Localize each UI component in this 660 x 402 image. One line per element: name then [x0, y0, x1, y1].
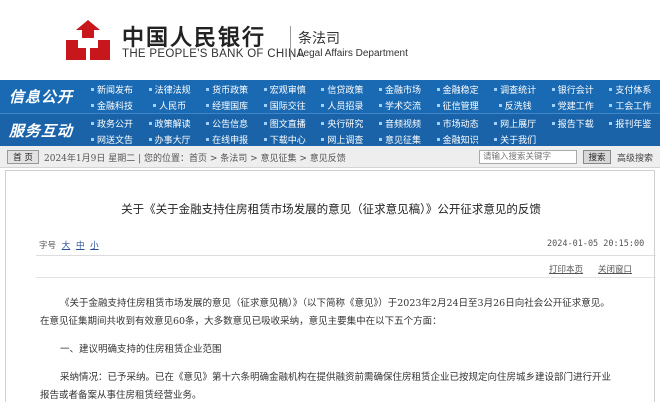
- nav-row1-item[interactable]: 金融市场: [372, 81, 428, 97]
- nav-row2-item[interactable]: 关于我们: [487, 131, 543, 147]
- nav-row1-item[interactable]: 反洗钱: [487, 97, 543, 113]
- nav-row2-item[interactable]: 音频视频: [372, 115, 428, 131]
- pboc-logo-icon: [66, 20, 110, 60]
- nav-row2-item[interactable]: 报告下载: [545, 115, 601, 131]
- nav-row2-item[interactable]: 公告信息: [199, 115, 255, 131]
- publish-date: 2024-01-05 20:15:00: [547, 239, 645, 249]
- article-paragraph: 报告或者备案从事住房租赁经营业务。: [40, 390, 202, 401]
- search-button[interactable]: 搜索: [583, 150, 611, 164]
- nav-row2-item[interactable]: 金融知识: [430, 131, 486, 147]
- print-page-link[interactable]: 打印本页: [549, 263, 583, 275]
- font-size-label: 字号: [39, 241, 57, 251]
- home-button[interactable]: 首 页: [7, 150, 39, 164]
- divider: [36, 277, 656, 278]
- nav-row2-item[interactable]: 报刊年鉴: [602, 115, 658, 131]
- divider: [36, 255, 656, 256]
- article-paragraph: 在意见征集期间共收到有效意见60条，大多数意见已吸收采纳，意见主要集中在以下五个…: [40, 316, 442, 327]
- nav-row2-item[interactable]: 市场动态: [430, 115, 486, 131]
- nav-row-service-interaction: 服务互动 政务公开 政策解读 公告信息 图文直播 央行研究 音频视频 市场动态 网上展厅 报告下…: [0, 113, 660, 146]
- main-navigation: 信息公开 新闻发布 法律法规 货币政策 宏观审慎 信贷政策 金融市场 金融稳定 调查统计 银行会…: [0, 80, 660, 146]
- nav-row2-item[interactable]: 意见征集: [372, 131, 428, 147]
- breadcrumb: 首 页 2024年1月9日 星期二 | 您的位置：首页 > 条法司 > 意见征集…: [0, 146, 660, 168]
- department-name-en: Legal Affairs Department: [298, 48, 408, 59]
- font-size-small[interactable]: 小: [90, 241, 99, 251]
- nav-row1-item[interactable]: 支付体系: [602, 81, 658, 97]
- nav-row1-item[interactable]: 货币政策: [199, 81, 255, 97]
- nav-section-label: 信息公开: [8, 88, 73, 106]
- nav-row1-item[interactable]: 新闻发布: [84, 81, 140, 97]
- nav-row2-item[interactable]: 网上调查: [314, 131, 370, 147]
- nav-row1-item[interactable]: 金融稳定: [430, 81, 486, 97]
- nav-row2-item[interactable]: 在线申报: [199, 131, 255, 147]
- search-input[interactable]: [479, 150, 577, 164]
- breadcrumb-text: 2024年1月9日 星期二 | 您的位置：首页 > 条法司 > 意见征集 > 意…: [44, 154, 346, 164]
- nav-row1-item[interactable]: 信贷政策: [314, 81, 370, 97]
- nav-row2-item[interactable]: 网送文告: [84, 131, 140, 147]
- nav-row2-item[interactable]: 政策解读: [142, 115, 198, 131]
- nav-row2-item[interactable]: 央行研究: [314, 115, 370, 131]
- bank-name-en: THE PEOPLE'S BANK OF CHINA: [122, 48, 305, 60]
- nav-row1-item[interactable]: 银行会计: [545, 81, 601, 97]
- advanced-search-link[interactable]: 高级搜索: [617, 151, 653, 164]
- font-size-control: 字号 大 中 小: [39, 239, 99, 251]
- nav-section-label: 服务互动: [8, 122, 73, 140]
- nav-row1-item[interactable]: 经理国库: [199, 97, 255, 113]
- article-paragraph: 采纳情况：已予采纳。已在《意见》第十六条明确金融机构在提供融资前需确保住房租赁企…: [60, 372, 612, 383]
- article-title: 关于《关于金融支持住房租赁市场发展的意见（征求意见稿）》公开征求意见的反馈: [121, 202, 541, 216]
- nav-row1-item[interactable]: 工会工作: [602, 97, 658, 113]
- nav-row1-item[interactable]: 国际交往: [257, 97, 313, 113]
- article-section-heading: 一、建议明确支持的住房租赁企业范围: [60, 344, 222, 355]
- nav-items-row2: 政务公开 政策解读 公告信息 图文直播 央行研究 音频视频 市场动态 网上展厅 报告下载 报刊年鉴…: [84, 114, 660, 147]
- nav-row2-item[interactable]: 下载中心: [257, 131, 313, 147]
- nav-row2-item[interactable]: 图文直播: [257, 115, 313, 131]
- nav-row2-item[interactable]: 政务公开: [84, 115, 140, 131]
- nav-items-row1: 新闻发布 法律法规 货币政策 宏观审慎 信贷政策 金融市场 金融稳定 调查统计 银行会计 支付体系…: [84, 80, 660, 113]
- close-window-link[interactable]: 关闭窗口: [598, 263, 632, 275]
- nav-row1-item[interactable]: 金融科技: [84, 97, 140, 113]
- nav-row1-item[interactable]: 学术交流: [372, 97, 428, 113]
- article-paragraph: 《关于金融支持住房租赁市场发展的意见（征求意见稿）》（以下简称《意见》）于202…: [60, 298, 610, 309]
- nav-row1-item[interactable]: 人员招录: [314, 97, 370, 113]
- nav-row-info-disclosure: 信息公开 新闻发布 法律法规 货币政策 宏观审慎 信贷政策 金融市场 金融稳定 调查统计 银行会…: [0, 80, 660, 113]
- site-banner: 中国人民银行 THE PEOPLE'S BANK OF CHINA 条法司 Le…: [0, 0, 660, 80]
- nav-row1-item[interactable]: 党建工作: [545, 97, 601, 113]
- nav-row1-item[interactable]: 人民币: [142, 97, 198, 113]
- font-size-medium[interactable]: 中: [76, 241, 85, 251]
- font-size-large[interactable]: 大: [62, 241, 71, 251]
- header-separator: [290, 26, 291, 60]
- department-name-cn: 条法司: [298, 31, 340, 47]
- nav-row1-item[interactable]: 法律法规: [142, 81, 198, 97]
- nav-row2-item[interactable]: 办事大厅: [142, 131, 198, 147]
- nav-row1-item[interactable]: 调查统计: [487, 81, 543, 97]
- article-container: 关于《关于金融支持住房租赁市场发展的意见（征求意见稿）》公开征求意见的反馈 字号…: [5, 170, 656, 402]
- nav-row1-item[interactable]: 宏观审慎: [257, 81, 313, 97]
- nav-row1-item[interactable]: 征信管理: [430, 97, 486, 113]
- nav-row2-item[interactable]: 网上展厅: [487, 115, 543, 131]
